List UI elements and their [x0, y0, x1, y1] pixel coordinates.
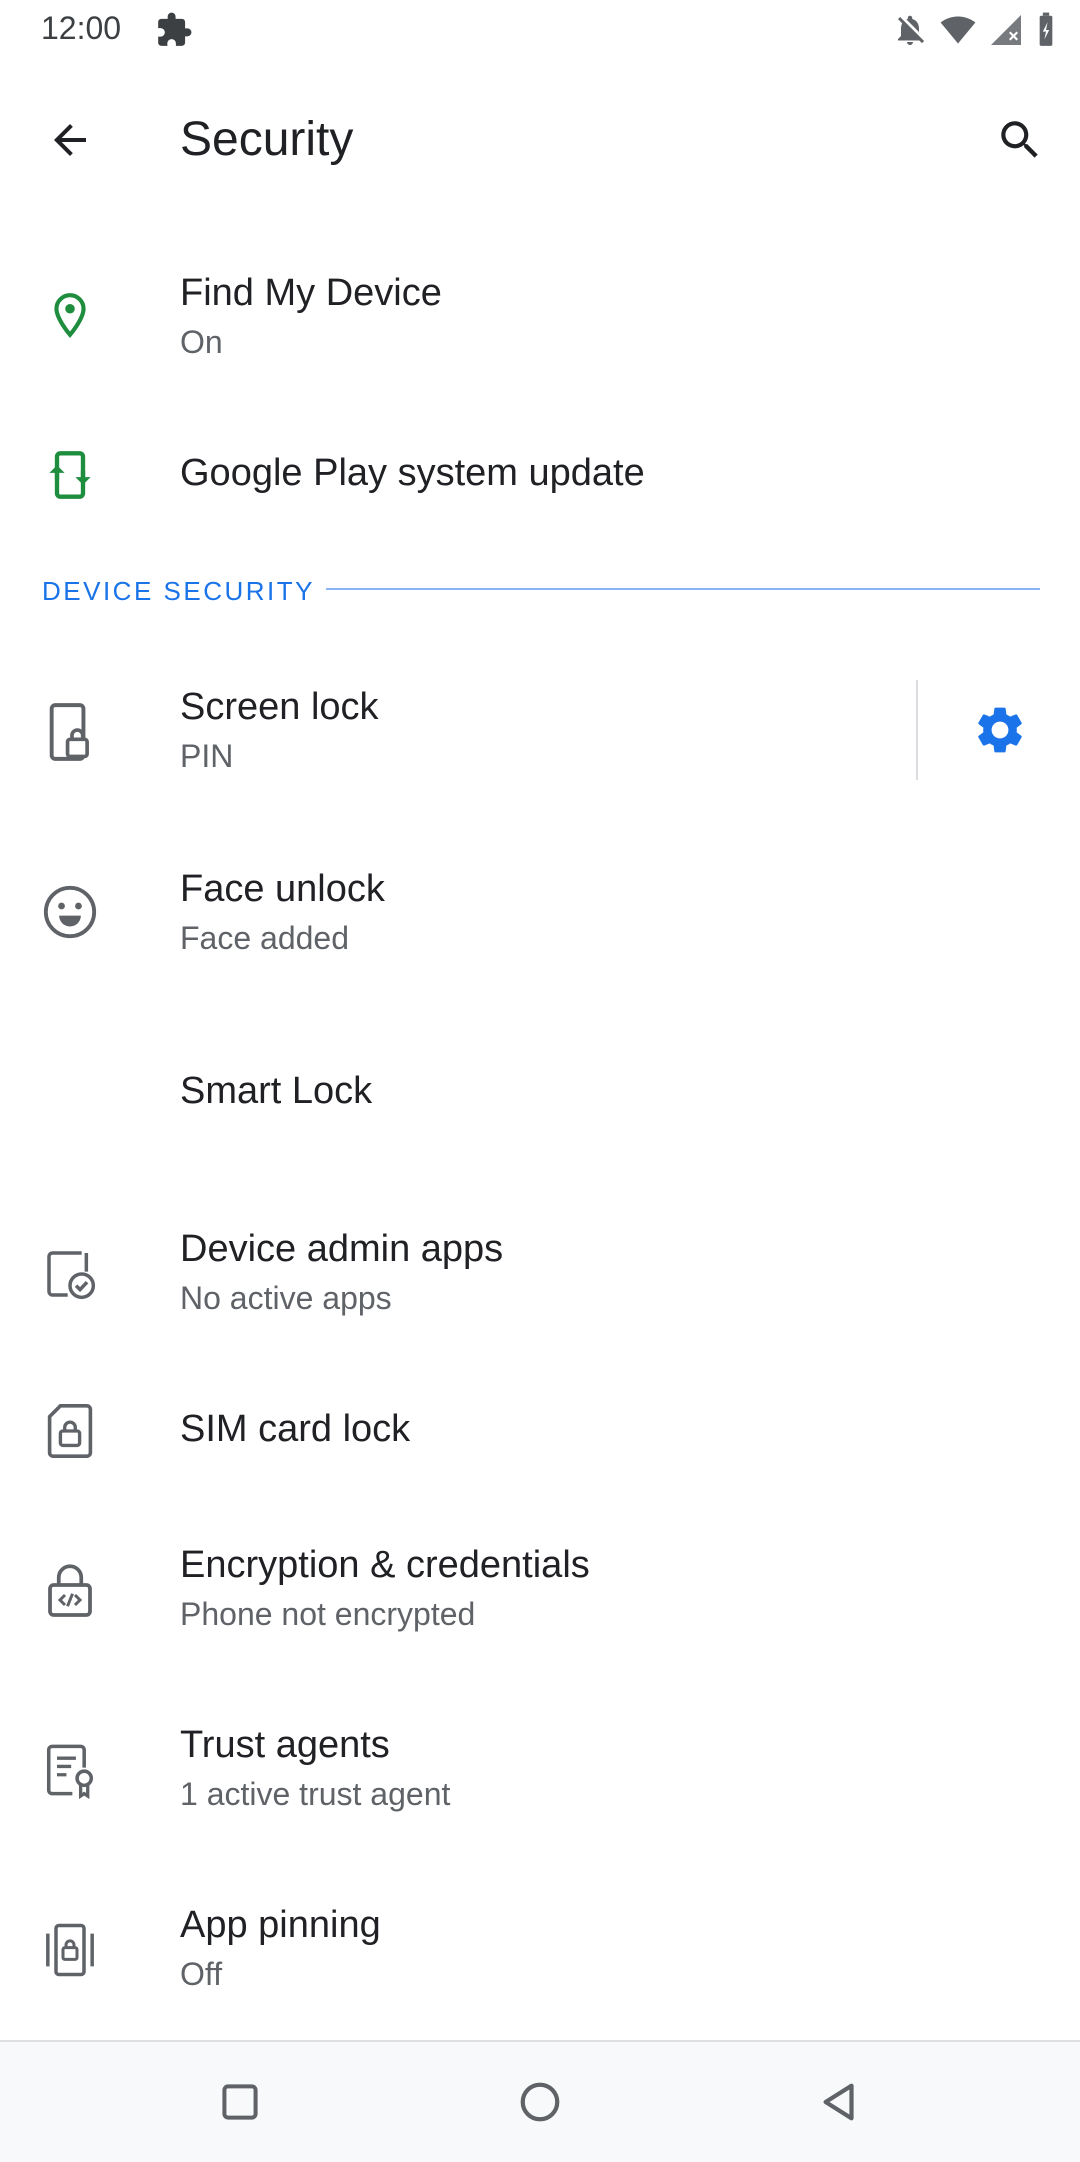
home-button[interactable] — [500, 2062, 580, 2142]
item-title: Find My Device — [180, 272, 442, 314]
item-title: Google Play system update — [180, 452, 645, 494]
trust-agent-icon — [38, 1738, 102, 1802]
home-circle-icon — [520, 2082, 560, 2122]
item-title: Encryption & credentials — [180, 1544, 590, 1586]
item-title: Face unlock — [180, 868, 385, 910]
item-summary: PIN — [180, 738, 234, 774]
item-summary: On — [180, 324, 223, 360]
item-title: SIM card lock — [180, 1408, 411, 1450]
section-header: DEVICE SECURITY — [42, 576, 315, 606]
encryption-credentials-item[interactable]: Encryption & credentials Phone not encry… — [0, 1520, 1080, 1656]
page-title: Security — [180, 113, 354, 166]
face-icon — [38, 880, 102, 944]
status-time: 12:00 — [41, 10, 122, 46]
nav-back-button[interactable] — [800, 2062, 880, 2142]
battery-charging-icon — [1039, 12, 1053, 46]
search-icon — [1001, 121, 1038, 158]
face-unlock-item[interactable]: Face unlock Face added — [0, 844, 1080, 980]
system-update-icon — [38, 443, 102, 507]
item-summary: Phone not encrypted — [180, 1596, 476, 1632]
settings-gear-icon — [978, 707, 1022, 753]
wifi-icon — [940, 16, 976, 44]
item-title: Device admin apps — [180, 1228, 504, 1270]
app-pinning-icon — [38, 1918, 102, 1982]
smart-lock-item[interactable]: Smart Lock — [0, 1030, 1080, 1158]
trust-agents-item[interactable]: Trust agents 1 active trust agent — [0, 1700, 1080, 1836]
item-summary: 1 active trust agent — [180, 1776, 451, 1812]
back-triangle-icon — [823, 2083, 854, 2121]
recents-square-icon — [222, 2084, 258, 2120]
navigation-bar — [0, 2040, 1080, 2162]
signal-icon — [991, 15, 1021, 45]
find-my-device-item[interactable]: Find My Device On — [0, 248, 1080, 382]
device-admin-apps-item[interactable]: Device admin apps No active apps — [0, 1204, 1080, 1340]
item-summary: No active apps — [180, 1280, 392, 1316]
section-divider — [326, 588, 1040, 590]
item-summary: Off — [180, 1956, 223, 1992]
screen-lock-settings-button[interactable] — [960, 690, 1040, 770]
puzzle-icon — [158, 12, 192, 46]
recents-button[interactable] — [200, 2062, 280, 2142]
google-play-system-update-item[interactable]: Google Play system update — [0, 410, 1080, 540]
sim-lock-icon — [38, 1399, 102, 1463]
item-summary: Face added — [180, 920, 350, 956]
status-bar: 12:00 — [0, 0, 1080, 62]
phone-lock-icon — [38, 700, 102, 764]
sim-card-lock-item[interactable]: SIM card lock — [0, 1366, 1080, 1496]
device-admin-icon — [38, 1242, 102, 1306]
item-title: Smart Lock — [180, 1070, 373, 1112]
encryption-lock-icon — [38, 1558, 102, 1622]
item-title: Screen lock — [180, 686, 379, 728]
vertical-divider — [916, 680, 918, 780]
back-button[interactable] — [30, 100, 110, 180]
item-title: Trust agents — [180, 1724, 390, 1766]
screen-lock-item[interactable]: Screen lock PIN — [0, 662, 1080, 798]
item-title: App pinning — [180, 1904, 381, 1946]
location-pin-icon — [38, 283, 102, 347]
arrow-back-icon — [54, 124, 86, 156]
notifications-off-icon — [898, 15, 925, 45]
app-pinning-item[interactable]: App pinning Off — [0, 1880, 1080, 2016]
app-bar: Security — [0, 62, 1080, 198]
search-button[interactable] — [980, 100, 1060, 180]
